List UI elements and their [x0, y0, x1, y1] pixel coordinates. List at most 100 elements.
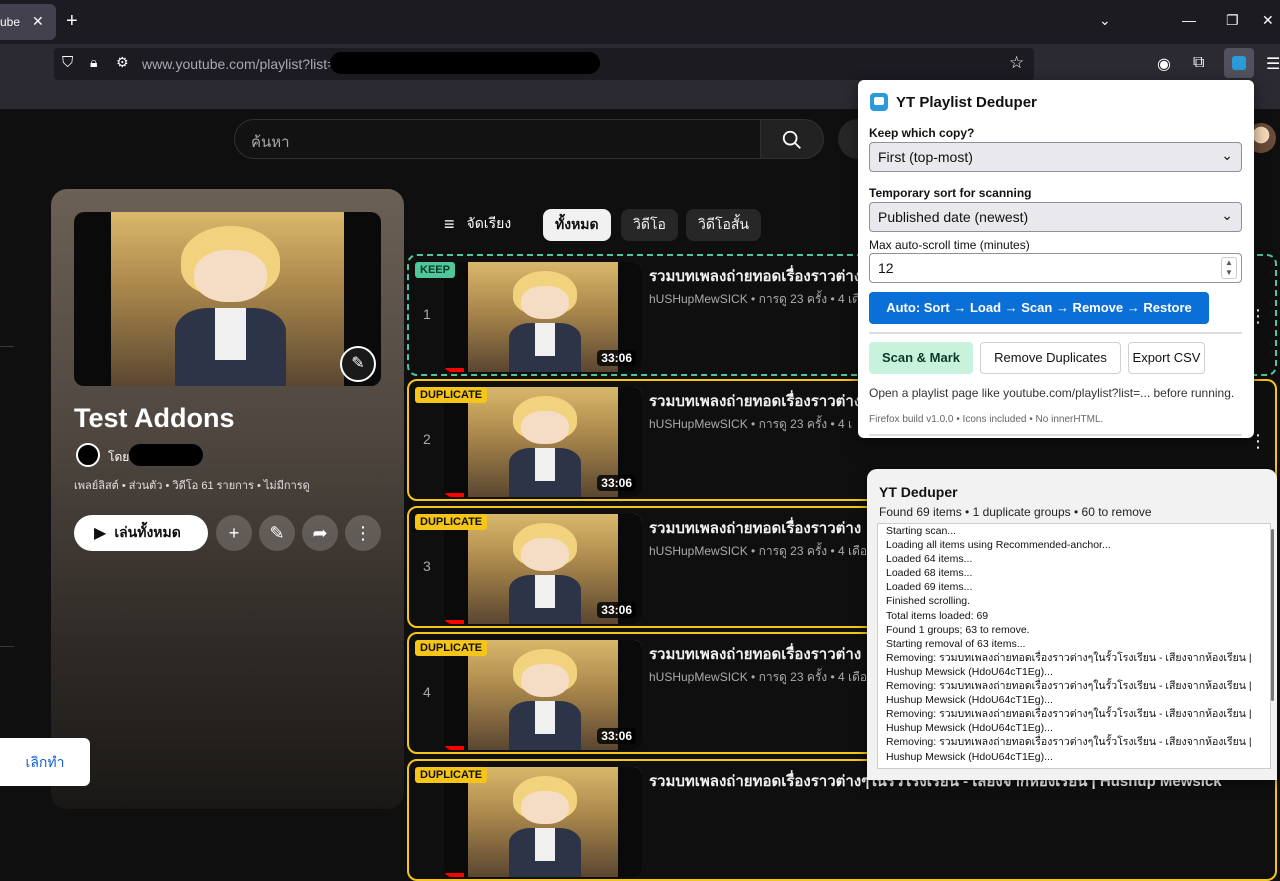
sort-label: จัดเรียง — [466, 215, 512, 231]
owner-prefix: โดย — [108, 450, 130, 464]
status-badge: DUPLICATE — [415, 387, 488, 403]
sort-label: Temporary sort for scanning — [869, 186, 1032, 200]
play-all-button[interactable]: ▶ เล่นทั้งหมด — [74, 515, 208, 551]
video-thumbnail[interactable]: 33:06 — [444, 387, 642, 497]
scan-mark-button[interactable]: Scan & Mark — [869, 342, 973, 374]
url-text[interactable]: www.youtube.com/playlist?list= — [142, 56, 335, 72]
share-icon[interactable]: ➦ — [302, 515, 338, 551]
video-index: 1 — [423, 306, 431, 322]
video-thumbnail[interactable]: 33:06 — [444, 514, 642, 624]
redaction-bar — [330, 52, 600, 74]
playlist-header-card: ✎ Test Addons โดย เพลย์ลิสต์ • ส่วนตัว •… — [51, 189, 404, 809]
tab-close-icon[interactable]: ✕ — [32, 13, 44, 30]
video-thumbnail[interactable] — [444, 767, 642, 877]
sidebar-divider — [0, 346, 14, 347]
log-line: Loaded 68 items... — [886, 567, 973, 580]
new-tab-icon[interactable]: + — [66, 10, 78, 32]
account-icon[interactable]: ◉ — [1157, 54, 1171, 74]
log-line: Finished scrolling. — [886, 595, 971, 608]
add-icon[interactable]: + — [216, 515, 252, 551]
tab-list-chevron-icon[interactable]: ⌄ — [1099, 12, 1111, 29]
extension-popup: YT Playlist Deduper Keep which copy? Fir… — [858, 80, 1254, 438]
sort-select[interactable]: Published date (newest) ⌄ — [869, 202, 1242, 232]
popup-footer: Firefox build v1.0.0 • Icons included • … — [869, 414, 1104, 425]
sort-select-value: Published date (newest) — [878, 209, 1029, 225]
watch-progress-bar — [444, 368, 464, 372]
export-csv-button[interactable]: Export CSV — [1128, 342, 1205, 374]
browser-nav-bar: ⛉ 🔒︎ ⚙︎ www.youtube.com/playlist?list= ☆… — [0, 44, 1280, 84]
more-vert-icon[interactable]: ⋮ — [345, 515, 381, 551]
keep-select[interactable]: First (top-most) ⌄ — [869, 142, 1242, 172]
log-line: Loading all items using Recommended-anch… — [886, 539, 1111, 552]
log-line: Hushup Mewsick (HdoU64cT1Eg)... — [886, 722, 1053, 735]
scroll-time-value: 12 — [878, 260, 894, 276]
divider — [869, 434, 1242, 436]
popup-hint: Open a playlist page like youtube.com/pl… — [869, 386, 1235, 400]
chip-shorts[interactable]: วิดีโอสั้น — [686, 209, 761, 241]
video-meta: hUSHupMewSICK • การดู 23 ครั้ง • 4 เดือน — [649, 292, 876, 306]
redaction-bar — [129, 444, 203, 466]
video-index: 3 — [423, 558, 431, 574]
tab-title: ube — [0, 15, 21, 29]
edit-icon[interactable]: ✎ — [259, 515, 295, 551]
browser-tab[interactable]: ube ✕ — [0, 4, 56, 40]
log-scrollbar[interactable] — [1271, 529, 1274, 701]
chip-all[interactable]: ทั้งหมด — [543, 209, 611, 241]
minimize-icon[interactable]: — — [1182, 12, 1196, 28]
edit-pencil-icon[interactable]: ✎ — [340, 346, 376, 382]
duration-badge: 33:06 — [597, 475, 636, 491]
log-line: Hushup Mewsick (HdoU64cT1Eg)... — [886, 694, 1053, 707]
status-badge: DUPLICATE — [415, 514, 488, 530]
chevron-down-icon: ⌄ — [1221, 147, 1233, 163]
extensions-puzzle-icon[interactable]: ⧉ — [1193, 54, 1204, 72]
play-all-label: เล่นทั้งหมด — [114, 524, 181, 540]
playlist-thumbnail[interactable] — [74, 212, 381, 386]
number-stepper-icon[interactable]: ▲ ▼ — [1221, 257, 1237, 279]
video-thumbnail[interactable]: 33:06 — [444, 262, 642, 372]
watch-progress-bar — [444, 746, 464, 750]
bookmark-star-icon[interactable]: ☆ — [1009, 53, 1024, 73]
scroll-time-label: Max auto-scroll time (minutes) — [869, 238, 1030, 252]
log-line: Found 1 groups; 63 to remove. — [886, 623, 1030, 636]
chevron-down-icon: ⌄ — [1221, 207, 1233, 223]
menu-icon[interactable]: ☰ — [1266, 54, 1280, 74]
popup-title: YT Playlist Deduper — [896, 94, 1037, 111]
scroll-time-input[interactable]: 12 ▲ ▼ — [869, 253, 1242, 283]
log-line: Loaded 64 items... — [886, 553, 973, 566]
play-icon: ▶ — [94, 525, 107, 542]
sort-button[interactable]: ≡ จัดเรียง — [444, 213, 511, 235]
video-thumbnail[interactable]: 33:06 — [444, 640, 642, 750]
watch-progress-bar — [444, 493, 464, 497]
search-input[interactable]: ค้นหา — [234, 119, 762, 159]
log-panel-title: YT Deduper — [879, 484, 958, 500]
lock-icon[interactable]: 🔒︎ — [90, 54, 97, 71]
log-line: Starting scan... — [886, 525, 957, 537]
remove-duplicates-button[interactable]: Remove Duplicates — [980, 342, 1121, 374]
shield-icon[interactable]: ⛉ — [62, 54, 73, 71]
close-window-icon[interactable]: ✕ — [1262, 12, 1274, 29]
search-button[interactable] — [760, 119, 824, 159]
watch-progress-bar — [444, 873, 464, 877]
extension-active-icon[interactable] — [1224, 48, 1254, 78]
duration-badge: 33:06 — [597, 728, 636, 744]
search-placeholder: ค้นหา — [251, 134, 290, 151]
log-line: Removing: รวมบทเพลงถ่ายทอดเรื่องราวต่างๆ… — [886, 651, 1252, 664]
chip-videos[interactable]: วิดีโอ — [621, 209, 678, 241]
log-line: Removing: รวมบทเพลงถ่ายทอดเรื่องราวต่างๆ… — [886, 708, 1252, 721]
log-textarea[interactable]: Starting scan... Loading all items using … — [877, 523, 1271, 769]
log-line: Hushup Mewsick (HdoU64cT1Eg)... — [886, 750, 1053, 763]
watch-progress-bar — [444, 620, 464, 624]
log-line: Loaded 69 items... — [886, 581, 973, 594]
duration-badge: 33:06 — [597, 602, 636, 618]
log-line: Starting removal of 63 items... — [886, 637, 1026, 650]
restore-icon[interactable]: ❐ — [1226, 12, 1239, 29]
owner-avatar[interactable] — [76, 443, 100, 467]
sort-icon: ≡ — [444, 213, 455, 234]
log-line: Total items loaded: 69 — [886, 609, 989, 622]
status-badge: KEEP — [415, 262, 455, 278]
log-line: Hushup Mewsick (HdoU64cT1Eg)... — [886, 665, 1053, 678]
undo-button[interactable]: เลิกทำ — [0, 738, 90, 786]
video-index: 4 — [423, 684, 431, 700]
auto-run-button[interactable]: Auto: Sort → Load → Scan → Remove → Rest… — [869, 292, 1209, 324]
permissions-icon[interactable]: ⚙︎ — [116, 54, 129, 71]
